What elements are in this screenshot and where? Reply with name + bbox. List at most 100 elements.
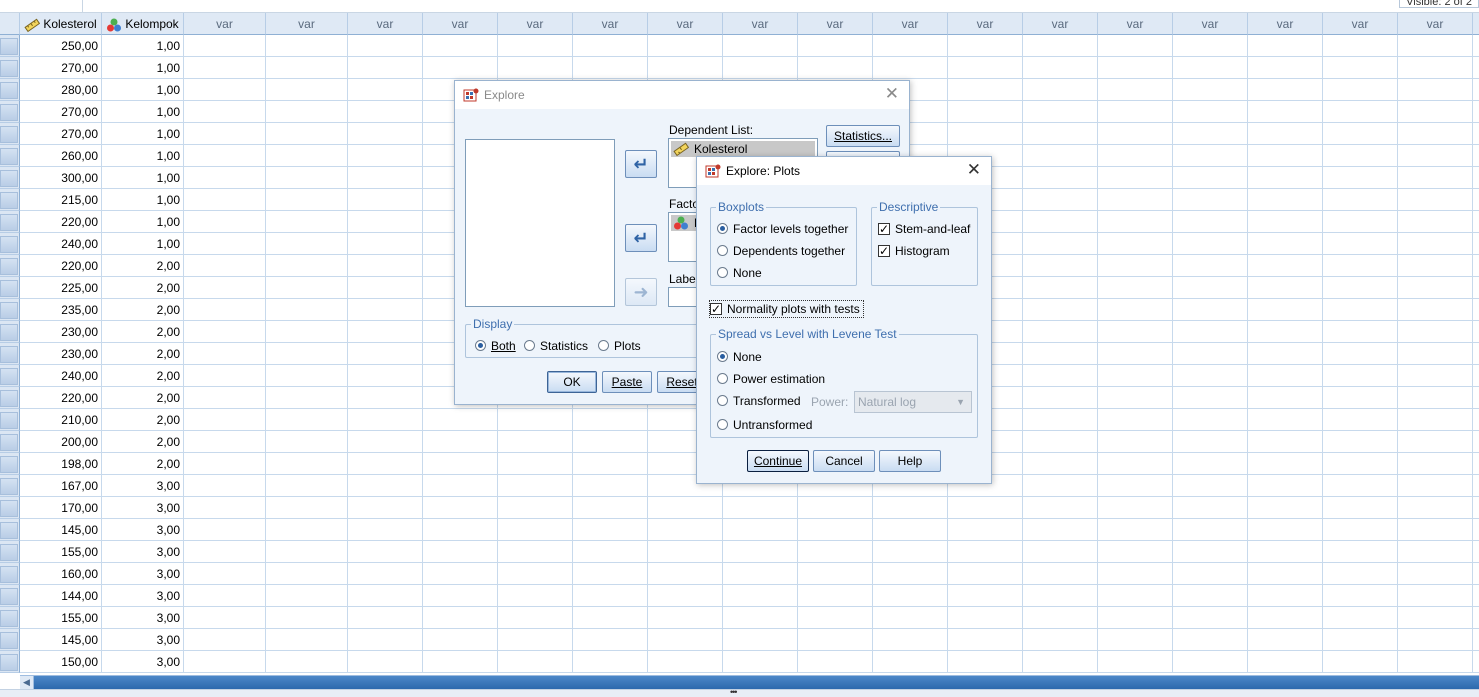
display-plots-radio[interactable]: Plots bbox=[598, 338, 641, 354]
empty-cell[interactable] bbox=[498, 541, 573, 563]
empty-cell[interactable] bbox=[573, 57, 648, 79]
empty-cell[interactable] bbox=[348, 233, 423, 255]
empty-cell[interactable] bbox=[573, 453, 648, 475]
horizontal-scrollbar[interactable]: ◀ bbox=[20, 675, 1479, 689]
empty-cell[interactable] bbox=[1173, 629, 1248, 651]
data-cell[interactable]: 167,00 bbox=[20, 475, 102, 497]
empty-cell[interactable] bbox=[1323, 563, 1398, 585]
empty-cell[interactable] bbox=[1398, 57, 1473, 79]
empty-cell[interactable] bbox=[1023, 343, 1098, 365]
empty-cell[interactable] bbox=[1023, 189, 1098, 211]
row-header[interactable] bbox=[0, 299, 20, 321]
empty-cell[interactable] bbox=[1098, 541, 1173, 563]
empty-cell[interactable] bbox=[1023, 35, 1098, 57]
row-header[interactable] bbox=[0, 211, 20, 233]
empty-cell[interactable] bbox=[266, 431, 348, 453]
empty-cell[interactable] bbox=[184, 57, 266, 79]
empty-cell[interactable] bbox=[1023, 651, 1098, 673]
data-cell[interactable]: 2,00 bbox=[102, 321, 184, 343]
empty-cell[interactable] bbox=[873, 651, 948, 673]
data-cell[interactable]: 1,00 bbox=[102, 167, 184, 189]
empty-cell[interactable] bbox=[348, 651, 423, 673]
data-cell[interactable]: 270,00 bbox=[20, 57, 102, 79]
empty-cell[interactable] bbox=[1248, 211, 1323, 233]
data-cell[interactable]: 220,00 bbox=[20, 387, 102, 409]
empty-cell[interactable] bbox=[573, 35, 648, 57]
empty-cell[interactable] bbox=[1473, 35, 1479, 57]
row-header[interactable] bbox=[0, 101, 20, 123]
empty-column-header[interactable]: var bbox=[798, 13, 873, 35]
data-cell[interactable]: 2,00 bbox=[102, 453, 184, 475]
data-cell[interactable]: 210,00 bbox=[20, 409, 102, 431]
empty-cell[interactable] bbox=[266, 519, 348, 541]
data-cell[interactable]: 150,00 bbox=[20, 651, 102, 673]
empty-cell[interactable] bbox=[1248, 629, 1323, 651]
empty-cell[interactable] bbox=[1173, 321, 1248, 343]
empty-cell[interactable] bbox=[423, 453, 498, 475]
empty-cell[interactable] bbox=[498, 475, 573, 497]
empty-cell[interactable] bbox=[1248, 343, 1323, 365]
empty-cell[interactable] bbox=[948, 585, 1023, 607]
empty-column-header[interactable]: var bbox=[498, 13, 573, 35]
row-header[interactable] bbox=[0, 145, 20, 167]
empty-cell[interactable] bbox=[1098, 431, 1173, 453]
empty-cell[interactable] bbox=[423, 409, 498, 431]
empty-cell[interactable] bbox=[1098, 387, 1173, 409]
empty-cell[interactable] bbox=[498, 519, 573, 541]
empty-cell[interactable] bbox=[348, 563, 423, 585]
empty-cell[interactable] bbox=[1398, 233, 1473, 255]
display-statistics-radio[interactable]: Statistics bbox=[524, 338, 588, 354]
empty-cell[interactable] bbox=[798, 585, 873, 607]
empty-cell[interactable] bbox=[1098, 651, 1173, 673]
empty-cell[interactable] bbox=[1023, 519, 1098, 541]
empty-cell[interactable] bbox=[1398, 123, 1473, 145]
histogram-checkbox[interactable]: Histogram bbox=[878, 243, 950, 259]
empty-cell[interactable] bbox=[948, 101, 1023, 123]
empty-cell[interactable] bbox=[423, 651, 498, 673]
empty-cell[interactable] bbox=[1398, 79, 1473, 101]
empty-cell[interactable] bbox=[1173, 519, 1248, 541]
empty-cell[interactable] bbox=[348, 321, 423, 343]
empty-cell[interactable] bbox=[1323, 35, 1398, 57]
empty-column-header[interactable]: var bbox=[348, 13, 423, 35]
empty-cell[interactable] bbox=[1398, 453, 1473, 475]
empty-cell[interactable] bbox=[266, 299, 348, 321]
data-cell[interactable]: 1,00 bbox=[102, 123, 184, 145]
empty-cell[interactable] bbox=[798, 35, 873, 57]
empty-cell[interactable] bbox=[1173, 211, 1248, 233]
data-cell[interactable]: 200,00 bbox=[20, 431, 102, 453]
empty-cell[interactable] bbox=[348, 167, 423, 189]
empty-cell[interactable] bbox=[1473, 519, 1479, 541]
empty-cell[interactable] bbox=[873, 497, 948, 519]
empty-cell[interactable] bbox=[266, 343, 348, 365]
data-cell[interactable]: 1,00 bbox=[102, 101, 184, 123]
empty-cell[interactable] bbox=[723, 519, 798, 541]
empty-cell[interactable] bbox=[648, 57, 723, 79]
data-cell[interactable]: 3,00 bbox=[102, 519, 184, 541]
empty-cell[interactable] bbox=[1023, 365, 1098, 387]
data-cell[interactable]: 3,00 bbox=[102, 475, 184, 497]
empty-cell[interactable] bbox=[1248, 409, 1323, 431]
empty-cell[interactable] bbox=[266, 277, 348, 299]
empty-cell[interactable] bbox=[1473, 629, 1479, 651]
empty-cell[interactable] bbox=[723, 651, 798, 673]
empty-cell[interactable] bbox=[1248, 35, 1323, 57]
empty-cell[interactable] bbox=[1248, 541, 1323, 563]
empty-cell[interactable] bbox=[1173, 365, 1248, 387]
empty-column-header[interactable]: var bbox=[1023, 13, 1098, 35]
empty-cell[interactable] bbox=[1323, 365, 1398, 387]
data-cell[interactable]: 250,00 bbox=[20, 35, 102, 57]
empty-cell[interactable] bbox=[1098, 211, 1173, 233]
empty-cell[interactable] bbox=[1173, 651, 1248, 673]
scroll-left-arrow-icon[interactable]: ◀ bbox=[20, 676, 34, 689]
empty-cell[interactable] bbox=[1323, 233, 1398, 255]
empty-cell[interactable] bbox=[1098, 277, 1173, 299]
empty-cell[interactable] bbox=[1473, 409, 1479, 431]
empty-cell[interactable] bbox=[348, 629, 423, 651]
row-header[interactable] bbox=[0, 651, 20, 673]
empty-cell[interactable] bbox=[798, 57, 873, 79]
empty-cell[interactable] bbox=[1398, 541, 1473, 563]
empty-cell[interactable] bbox=[948, 607, 1023, 629]
row-header[interactable] bbox=[0, 365, 20, 387]
empty-cell[interactable] bbox=[648, 563, 723, 585]
